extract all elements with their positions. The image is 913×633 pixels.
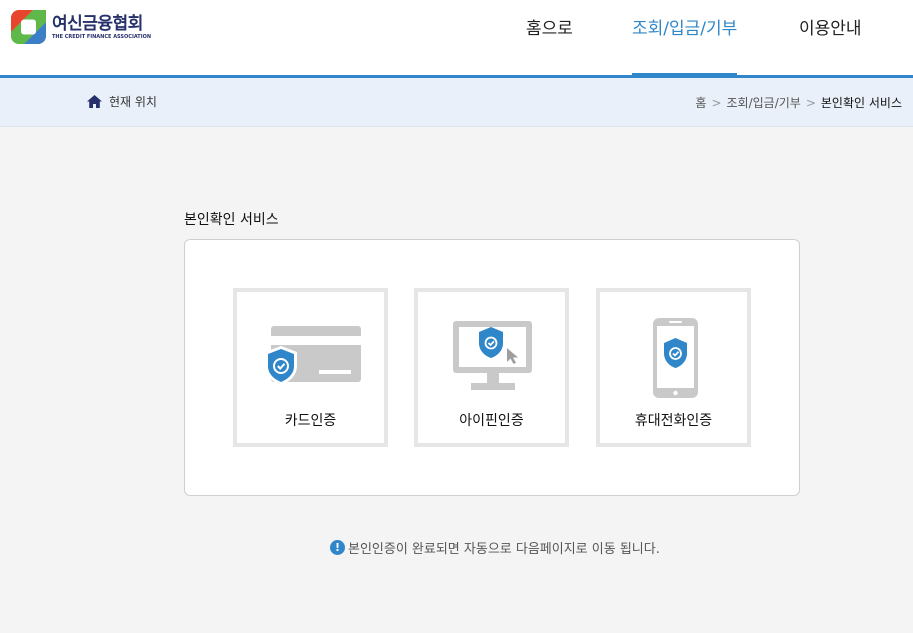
nav-guide[interactable]: 이용안내 [799, 14, 862, 75]
breadcrumb-separator: > [711, 95, 722, 110]
home-icon [87, 95, 102, 108]
card-auth-button[interactable]: 카드인증 [233, 288, 388, 447]
phone-shield-icon [653, 318, 698, 398]
location-bar: 현재 위치 홈 > 조회/입금/기부 > 본인확인 서비스 [0, 78, 913, 127]
breadcrumb-current: 본인확인 서비스 [820, 96, 902, 110]
info-exclamation-icon: ! [330, 540, 345, 555]
card-auth-label: 카드인증 [284, 413, 337, 429]
logo-title: 여신금융협회 [52, 13, 143, 34]
nav-home[interactable]: 홈으로 [526, 14, 573, 75]
current-location-label: 현재 위치 [109, 95, 157, 109]
nav-inquiry[interactable]: 조회/입금/기부 [632, 14, 737, 75]
phone-auth-label: 휴대전화인증 [634, 413, 713, 429]
logo-mark-icon [11, 10, 46, 44]
logo[interactable]: 여신금융협회 THE CREDIT FINANCE ASSOCIATION [11, 10, 151, 44]
credit-card-shield-icon [265, 326, 361, 385]
current-location: 현재 위치 [87, 93, 157, 110]
auth-method-panel: 카드인증 아이핀인증 휴대전화인증 [184, 239, 800, 496]
nav-active-underline [632, 73, 737, 75]
phone-auth-button[interactable]: 휴대전화인증 [596, 288, 751, 447]
site-header: 여신금융협회 THE CREDIT FINANCE ASSOCIATION 홈으… [0, 0, 913, 78]
breadcrumb: 홈 > 조회/입금/기부 > 본인확인 서비스 [695, 94, 902, 111]
breadcrumb-inquiry[interactable]: 조회/입금/기부 [727, 94, 801, 111]
breadcrumb-home[interactable]: 홈 [695, 94, 706, 111]
notice-message: ! 본인인증이 완료되면 자동으로 다음페이지로 이동 됩니다. [330, 538, 660, 557]
breadcrumb-separator: > [805, 95, 816, 110]
logo-subtitle: THE CREDIT FINANCE ASSOCIATION [52, 33, 152, 40]
ipin-auth-button[interactable]: 아이핀인증 [414, 288, 569, 447]
notice-text: 본인인증이 완료되면 자동으로 다음페이지로 이동 됩니다. [348, 542, 660, 557]
nav-inquiry-label: 조회/입금/기부 [632, 19, 738, 39]
ipin-auth-label: 아이핀인증 [459, 413, 524, 429]
monitor-shield-icon [453, 321, 532, 390]
page-title: 본인확인 서비스 [184, 212, 279, 228]
